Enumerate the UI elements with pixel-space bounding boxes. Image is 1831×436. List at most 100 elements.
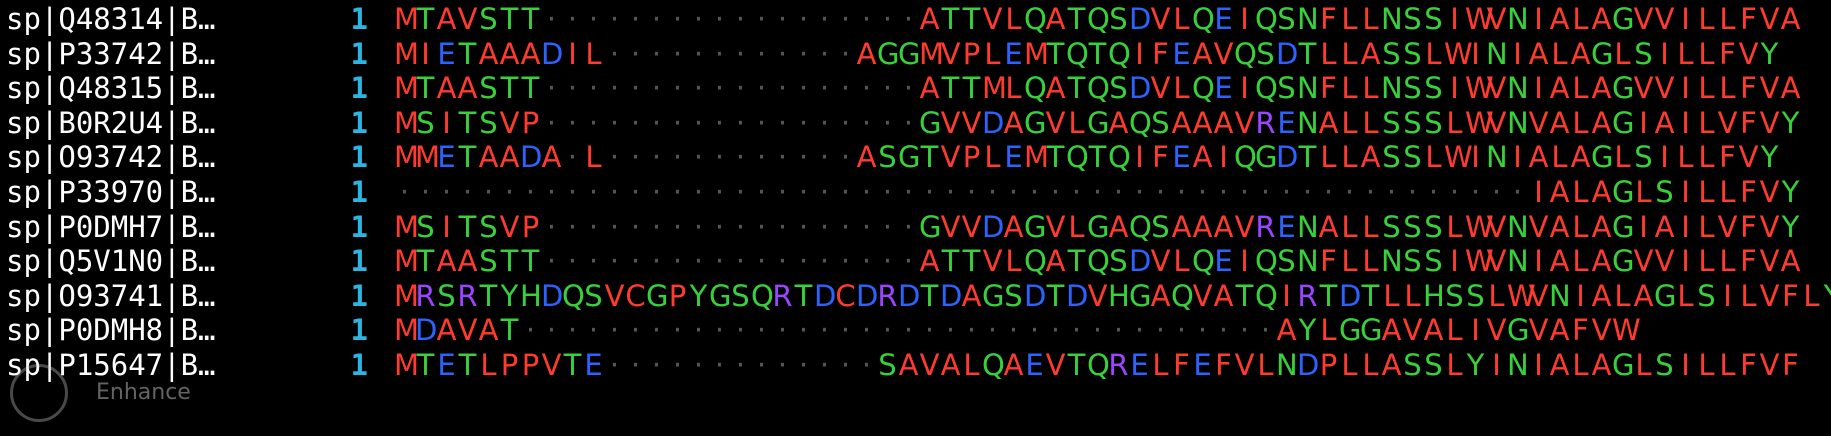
gap-cell: · (861, 105, 872, 140)
residue-cell: A (1549, 175, 1570, 209)
residue-cell: V (1234, 348, 1255, 382)
alignment-row[interactable]: sp|P0DMH8|B… 1 MDAVAT · · · · · · · · · · · · · · · · · · · · ·… (0, 312, 1831, 348)
residue-cell: T (962, 71, 981, 106)
alignment-row[interactable]: sp|Q5V1N0|B… 1 MTAAS T T · · · · · · · · · · · · · · · · · · AT… (0, 243, 1831, 279)
sequence-residues[interactable]: MRSRT YHDQSVCGP YGSQRTDCDRDTDAGSDTDVHGAQVA… (394, 278, 1831, 314)
alignment-row[interactable]: sp|Q48314|B… 1 MTAVS T T · · · · · · · · · · · · · · · · · · AT… (0, 1, 1831, 37)
residue-cell: A (1381, 313, 1402, 348)
sequence-residues[interactable]: MTAAS T T · · · · · · · · · · · · · · · · · · AT TMLQATQSDV LQE… (394, 70, 1831, 106)
residue-cell: A (856, 36, 877, 71)
gap-cell: · (651, 36, 662, 71)
residue-cell: L (585, 140, 602, 175)
residue-cell: L (1719, 348, 1736, 382)
gap-cell: · (1197, 175, 1208, 209)
residue-cell: T (416, 348, 435, 382)
gap-cell: · (903, 209, 914, 244)
residue-cell: L (1005, 2, 1022, 36)
alignment-row[interactable]: sp|P33970|B… 1 · · · · · · · · · · · · · · · · · · · · · · · · · · ·… (0, 174, 1831, 210)
residue-cell: V (1717, 209, 1738, 244)
sequence-residues[interactable]: MTAVS T T · · · · · · · · · · · · · · · · · · AT TV LQATQSDV LQE… (394, 1, 1831, 37)
residue-cell: M (1024, 140, 1050, 175)
gap-cell: · (588, 2, 599, 36)
sequence-id[interactable]: sp|P0DMH7|B… (6, 209, 306, 245)
residue-cell: D (1024, 278, 1047, 313)
residue-cell: A (919, 71, 940, 106)
residue-cell: S (1277, 244, 1296, 279)
residue-cell: V (1486, 209, 1507, 244)
sequence-id[interactable]: sp|P0DMH8|B… (6, 312, 306, 348)
residue-cell: Q (1234, 36, 1257, 71)
gap-cell: · (840, 313, 851, 348)
gap-cell: · (609, 313, 620, 348)
residue-cell: Q (1192, 244, 1215, 279)
residue-cell: D (898, 278, 921, 313)
residue-cell: L (1698, 175, 1715, 209)
residue-cell: L (1635, 348, 1652, 382)
residue-cell: G (1612, 209, 1635, 244)
residue-cell: A (898, 348, 919, 382)
residue-cell: Y (1822, 278, 1831, 314)
residue-cell: V (940, 209, 961, 244)
sequence-residues[interactable]: · · · · · · · · · · · · · · · · · · · · · · · · · · · · · · · · · · · · · · · ·… (394, 174, 1831, 210)
residue-cell: A (919, 244, 940, 279)
residue-cell: A (1528, 36, 1549, 71)
gap-cell: · (1155, 175, 1166, 209)
sequence-id[interactable]: sp|Q48315|B… (6, 70, 306, 106)
residue-cell: A (856, 140, 877, 175)
gap-cell: · (756, 313, 767, 348)
residue-cell: N (1381, 71, 1403, 106)
alignment-row[interactable]: sp|B0R2U4|B… 1 MS I T SVP · · · · · · · · · · · · · · · · · · GV… (0, 105, 1831, 141)
residue-cell: N (1507, 209, 1529, 244)
sequence-residues[interactable]: MME TAADA · L · · · · · · · · · · · · ASGTVP L EMTQTQ I F EA I… (394, 139, 1831, 175)
residue-cell: I (1576, 278, 1585, 313)
gap-cell: · (1029, 313, 1040, 348)
residue-cell: L (1551, 36, 1568, 71)
sequence-id[interactable]: sp|P33970|B… (6, 174, 306, 210)
residue-cell: G (919, 105, 942, 140)
residue-cell: W (1444, 140, 1473, 175)
gap-cell: · (567, 244, 578, 279)
gap-cell: · (546, 313, 557, 348)
sequence-id[interactable]: sp|O93741|B… (6, 278, 306, 314)
sequence-id[interactable]: sp|B0R2U4|B… (6, 105, 306, 141)
sequence-id[interactable]: sp|Q48314|B… (6, 1, 306, 37)
sequence-residues[interactable]: MTAAS T T · · · · · · · · · · · · · · · · · · AT TV LQATQSDV LQE… (394, 243, 1831, 279)
alignment-row[interactable]: sp|Q48315|B… 1 MTAAS T T · · · · · · · · · · · · · · · · · · AT… (0, 70, 1831, 106)
residue-cell: T (521, 71, 540, 106)
residue-cell: N (1549, 278, 1571, 313)
alignment-row[interactable]: sp|P0DMH7|B… 1 MS I T SVP · · · · · · · · · · · · · · · · · · GV… (0, 209, 1831, 245)
sequence-id[interactable]: sp|P15647|B… (6, 347, 306, 383)
sequence-start-position: 1 (350, 105, 368, 140)
residue-cell: F (1740, 2, 1757, 36)
residue-cell: R (457, 278, 478, 313)
gap-cell: · (777, 140, 788, 175)
gap-cell: · (588, 105, 599, 140)
sequence-residues[interactable]: MDAVAT · · · · · · · · · · · · · · · · · · · · · · · · · · · · · · · · · ·… (394, 312, 1831, 348)
residue-cell: D (856, 278, 879, 313)
residue-cell: T (1361, 278, 1380, 313)
residue-cell: F (1320, 71, 1337, 106)
alignment-row[interactable]: sp|O93742|B… 1 MME TAADA · L · · · · · · · · · · · · ASGTV… (0, 139, 1831, 175)
residue-cell: V (1192, 278, 1213, 313)
sequence-residues[interactable]: MS I T SVP · · · · · · · · · · · · · · · · · · GVVDAGV LGAQSAAA… (394, 105, 1831, 141)
sequence-id[interactable]: sp|Q5V1N0|B… (6, 243, 306, 279)
residue-cell: Y (1781, 175, 1800, 209)
alignment-row[interactable]: sp|O93741|B… 1 MRSRT YHDQSVCGP YGSQRTDCDRDTD… (0, 278, 1831, 314)
sequence-residues[interactable]: MS I T SVP · · · · · · · · · · · · · · · · · · GVVDAGV LGAQSAAA… (394, 209, 1831, 245)
gap-cell: · (840, 36, 851, 71)
residue-cell: S (1109, 244, 1128, 279)
sequence-residues[interactable]: MT E T L P PVT E · · · · · · · · · · · · · SAVA LQAEVTQRE L F E F… (394, 347, 1831, 383)
gap-cell: · (1029, 175, 1040, 209)
alignment-row[interactable]: sp|P15647|B… 1 MT E T L P PVT E · · · · · · · · · · · · · SAVA… (0, 347, 1831, 383)
residue-cell: V (1486, 313, 1507, 348)
residue-cell: S (479, 244, 498, 279)
gap-cell: · (1365, 175, 1376, 209)
sequence-residues[interactable]: MI E TAAAD I L · · · · · · · · · · · · AGGMVP L EMTQTQ I F EAV… (394, 36, 1831, 72)
residue-cell: A (919, 2, 940, 36)
alignment-row[interactable]: sp|P33742|B… 1 MI E TAAAD I L · · · · · · · · · · · · AGGMV… (0, 36, 1831, 72)
sequence-id[interactable]: sp|O93742|B… (6, 139, 306, 175)
residue-cell: W (1465, 71, 1494, 106)
sequence-id[interactable]: sp|P33742|B… (6, 36, 306, 72)
residue-cell: W (1444, 36, 1473, 71)
residue-cell: V (1234, 105, 1255, 140)
